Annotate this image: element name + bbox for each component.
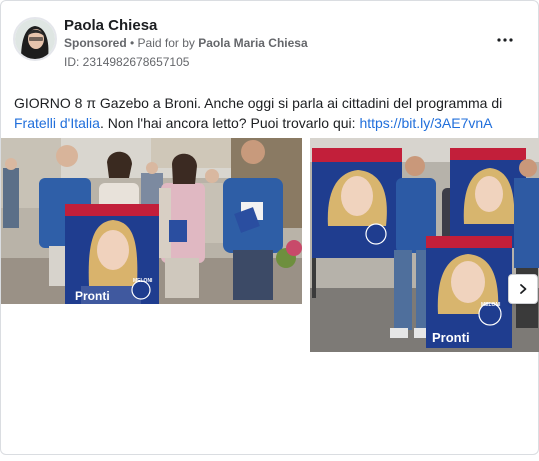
ad-post-card: Paola Chiesa Sponsored • Paid for by Pao… <box>0 0 539 455</box>
photo-1-image: Pronti MELONI <box>1 138 302 304</box>
more-options-button[interactable] <box>492 29 518 51</box>
more-horizontal-icon <box>497 38 513 42</box>
author-name[interactable]: Paola Chiesa <box>64 17 157 34</box>
program-url-link[interactable]: https://bit.ly/3AE7vnA <box>359 115 492 131</box>
paid-for-name: Paola Maria Chiesa <box>198 36 308 50</box>
paid-for-prefix: Paid for by <box>137 36 199 50</box>
avatar-image <box>15 19 55 59</box>
party-link[interactable]: Fratelli d'Italia <box>14 115 100 131</box>
photo-2-image: Pronti MELONI <box>310 138 539 352</box>
poster-brand-1: MELONI <box>133 278 153 284</box>
ad-id: ID: 2314982678657105 <box>64 55 190 69</box>
next-photo-button[interactable] <box>508 274 538 304</box>
post-photo-1[interactable]: Pronti MELONI <box>1 138 302 304</box>
chevron-right-icon <box>520 284 527 294</box>
avatar[interactable] <box>13 17 57 61</box>
post-photo-2[interactable]: Pronti MELONI <box>310 138 539 352</box>
poster-brand-2: MELONI <box>481 302 501 308</box>
sponsored-line: Sponsored • Paid for by Paola Maria Chie… <box>64 36 308 50</box>
poster-headline-2: Pronti <box>432 330 470 345</box>
post-text-part2: . Non l'hai ancora letto? Puoi trovarlo … <box>99 115 360 131</box>
sponsored-label: Sponsored <box>64 36 127 50</box>
post-text-part1: GIORNO 8 π Gazebo a Broni. Anche oggi si… <box>14 95 503 111</box>
post-text: GIORNO 8 π Gazebo a Broni. Anche oggi si… <box>14 93 524 133</box>
meta-separator: • <box>126 36 138 50</box>
poster-headline-1: Pronti <box>75 289 110 303</box>
